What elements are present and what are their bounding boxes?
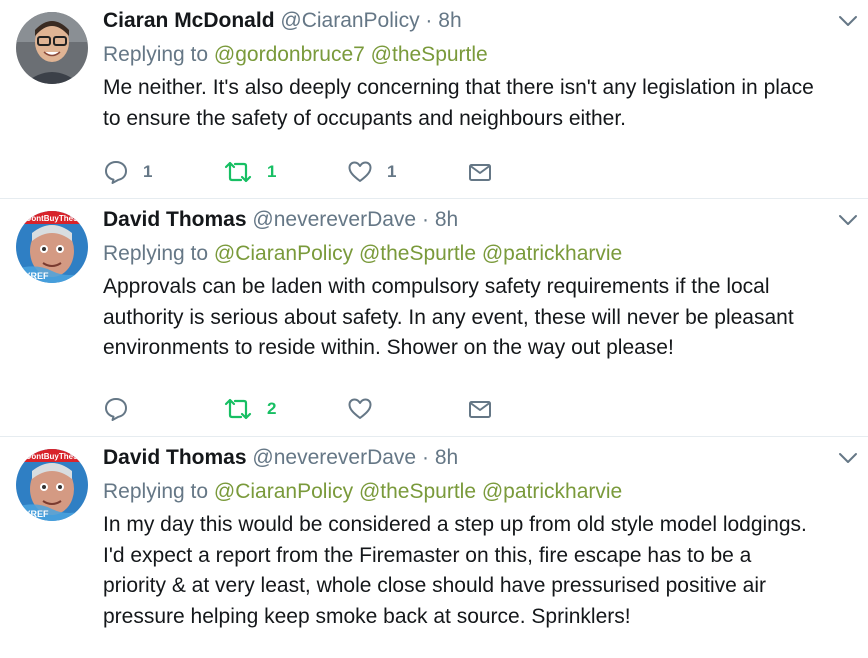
tweet-text-line: pressure helping keep smoke back at sour… <box>103 604 631 628</box>
heart-icon <box>348 161 372 182</box>
tweet-text-line: priority & at very least, whole close sh… <box>103 574 766 597</box>
display-name[interactable]: David Thomas <box>103 446 247 469</box>
mention-link[interactable]: @patrickharvie <box>482 480 622 503</box>
reply-icon <box>105 398 127 421</box>
separator-dot: · <box>425 9 433 32</box>
like-button[interactable] <box>347 395 387 423</box>
chevron-down-icon[interactable] <box>838 451 858 465</box>
tweet-text-line: In my day this would be considered a ste… <box>103 513 807 536</box>
mention-link[interactable]: @theSpurtle <box>371 43 488 66</box>
retweet-count: 2 <box>267 399 277 418</box>
replying-label: Replying to <box>103 43 209 66</box>
tweet-text: Approvals can be laden with compulsory s… <box>103 272 858 364</box>
mention-link[interactable]: @theSpurtle <box>359 480 476 503</box>
reply-icon <box>105 161 127 184</box>
avatar-banner-bottom: BYREF <box>18 509 49 519</box>
timestamp[interactable]: 8h <box>435 446 458 469</box>
replying-to: Replying to @CiaranPolicy @theSpurtle @p… <box>103 239 858 269</box>
retweet-icon <box>224 161 252 183</box>
avatar-banner-top: DontBuyTheS <box>26 452 80 461</box>
avatar-david[interactable]: DontBuyTheS BYREF <box>16 449 88 521</box>
tweet-1[interactable]: Ciaran McDonald @CiaranPolicy · 8h Reply… <box>0 0 868 199</box>
avatar-banner-bottom: BYREF <box>18 271 49 281</box>
retweet-button[interactable]: 2 <box>223 395 276 423</box>
user-handle[interactable]: @nevereverDave <box>252 208 416 231</box>
tweet-text-line: authority is serious about safety. In an… <box>103 305 794 329</box>
tweet-text: In my day this would be considered a ste… <box>103 510 858 632</box>
tweet-text-line: to ensure the safety of occupants and ne… <box>103 106 627 130</box>
like-count: 1 <box>387 162 397 181</box>
dm-button[interactable] <box>467 158 493 186</box>
tweet-text-line: I'd expect a report from the Firemaster … <box>103 543 752 567</box>
replying-to: Replying to @CiaranPolicy @theSpurtle @p… <box>103 477 858 507</box>
reply-button[interactable] <box>103 395 143 423</box>
tweet-2[interactable]: DontBuyTheS BYREF David Thomas @nevereve… <box>0 199 868 437</box>
reply-button[interactable]: 1 <box>103 158 152 186</box>
tweet-text-line: Me neither. It's also deeply concerning … <box>103 76 814 99</box>
timestamp[interactable]: 8h <box>438 9 461 32</box>
dm-button[interactable] <box>467 395 493 423</box>
tweet-text-line: environments to reside within. Shower on… <box>103 336 674 359</box>
chevron-down-icon[interactable] <box>838 14 858 28</box>
mention-link[interactable]: @theSpurtle <box>359 242 476 265</box>
separator-dot: · <box>421 446 429 469</box>
user-handle[interactable]: @CiaranPolicy <box>280 9 419 32</box>
envelope-icon <box>469 401 491 418</box>
replying-label: Replying to <box>103 480 209 503</box>
mention-link[interactable]: @patrickharvie <box>482 242 622 265</box>
reply-count: 1 <box>143 162 153 181</box>
display-name[interactable]: David Thomas <box>103 208 247 231</box>
avatar-david[interactable]: DontBuyTheS BYREF <box>16 211 88 283</box>
tweet-text-line: Approvals can be laden with compulsory s… <box>103 275 770 298</box>
replying-label: Replying to <box>103 242 209 265</box>
display-name[interactable]: Ciaran McDonald <box>103 9 275 32</box>
tweet-header: Ciaran McDonald @CiaranPolicy · 8h <box>103 6 858 36</box>
chevron-down-icon[interactable] <box>838 213 858 227</box>
mention-link[interactable]: @CiaranPolicy <box>214 242 353 265</box>
retweet-icon <box>224 398 252 420</box>
like-button[interactable]: 1 <box>347 158 396 186</box>
heart-icon <box>348 398 372 419</box>
tweet-3[interactable]: DontBuyTheS BYREF David Thomas @nevereve… <box>0 437 868 658</box>
replying-to: Replying to @gordonbruce7 @theSpurtle <box>103 40 858 70</box>
tweet-header: David Thomas @nevereverDave · 8h <box>103 205 858 235</box>
separator-dot: · <box>421 208 429 231</box>
tweet-header: David Thomas @nevereverDave · 8h <box>103 443 858 473</box>
user-handle[interactable]: @nevereverDave <box>252 446 416 469</box>
avatar-banner-top: DontBuyTheS <box>26 214 80 223</box>
mention-link[interactable]: @gordonbruce7 <box>214 43 365 66</box>
retweet-count: 1 <box>267 162 277 181</box>
envelope-icon <box>469 164 491 181</box>
tweet-text: Me neither. It's also deeply concerning … <box>103 73 858 134</box>
retweet-button[interactable]: 1 <box>223 158 276 186</box>
avatar-ciaran[interactable] <box>16 12 88 84</box>
mention-link[interactable]: @CiaranPolicy <box>214 480 353 503</box>
timestamp[interactable]: 8h <box>435 208 458 231</box>
